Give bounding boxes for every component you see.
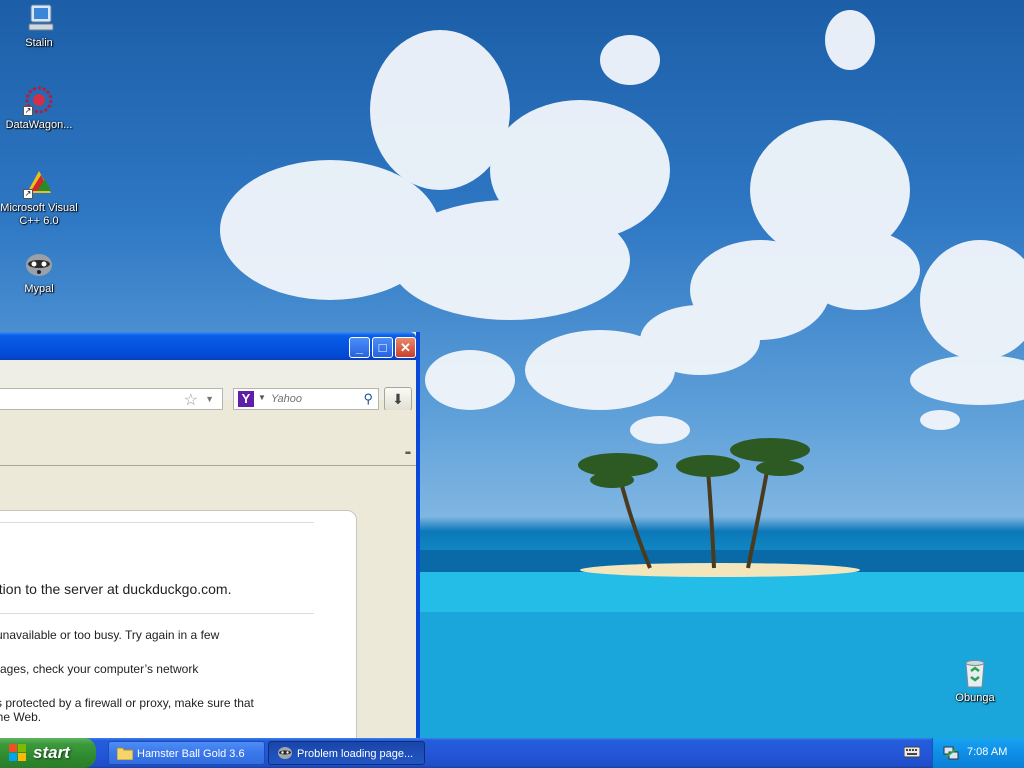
page-content: ection to the server at duckduckgo.com. … [0,466,416,760]
bookmark-star-icon[interactable]: ☆ [184,390,198,410]
resize-grip-icon[interactable]: ▪▪ [405,448,411,459]
datawagon-icon: ↗ [23,84,55,116]
search-placeholder: Yahoo [271,393,302,405]
desktop-icon-visual-cpp[interactable]: ↗ Microsoft Visual C++ 6.0 [0,167,78,228]
computer-icon [23,2,55,34]
maximize-button[interactable]: □ [372,337,393,358]
keyboard-icon[interactable] [904,745,920,759]
search-icon[interactable]: ⚲ [363,391,373,407]
download-arrow-icon: ⬇ [392,391,404,407]
error-suggestion: ly unavailable or too busy. Try again in… [0,628,220,642]
desktop-icon-obunga[interactable]: Obunga [936,657,1014,705]
mypal-icon [278,747,292,759]
error-suggestion: s the Web. [0,710,42,724]
system-tray: 7:08 AM [932,738,1024,768]
yahoo-logo-icon[interactable]: Y [238,391,254,407]
taskbar-item-browser[interactable]: Problem loading page... [268,741,425,765]
taskbar-item-hamster-ball[interactable]: Hamster Ball Gold 3.6 [108,741,265,765]
taskbar: start Hamster Ball Gold 3.6 Problem load… [0,738,1024,768]
divider [0,522,314,523]
downloads-button[interactable]: ⬇ [384,387,412,411]
desktop-icon-label: Microsoft Visual C++ 6.0 [0,202,78,227]
minimize-button[interactable]: _ [349,337,370,358]
desktop-icon-label: DataWagon... [5,119,73,131]
error-suggestion: y pages, check your computer’s network [0,662,199,676]
start-label: start [33,743,70,762]
desktop-icon-stalin[interactable]: Stalin [0,2,78,50]
error-panel: ection to the server at duckduckgo.com. … [0,510,357,760]
address-bar[interactable]: ☆ ▼ [0,388,223,410]
browser-window: _ □ ✕ ☆ ▼ Y ▼ Yahoo ⚲ ⬇ ▪▪ ection to the… [0,332,420,760]
desktop-icon-label: Obunga [955,692,995,704]
engine-dropdown-icon[interactable]: ▼ [258,393,266,402]
shortcut-arrow-icon: ↗ [23,106,33,116]
desktop-icon-label: Mypal [24,283,54,295]
desktop-icon-label: Stalin [25,37,53,49]
error-suggestion: k is protected by a firewall or proxy, m… [0,696,254,710]
search-bar[interactable]: Y ▼ Yahoo ⚲ [233,388,379,410]
desktop-icon-mypal[interactable]: Mypal [0,248,78,296]
taskbar-item-label: Problem loading page... [297,748,414,760]
taskbar-item-label: Hamster Ball Gold 3.6 [137,748,245,760]
windows-logo-icon [9,744,26,761]
visual-cpp-icon: ↗ [23,167,55,199]
desktop-icon-datawagon[interactable]: ↗ DataWagon... [0,84,78,132]
window-titlebar[interactable]: _ □ ✕ [0,332,416,360]
close-button[interactable]: ✕ [395,337,416,358]
clock[interactable]: 7:08 AM [967,746,1007,758]
history-dropdown-icon[interactable]: ▼ [205,394,214,404]
start-button[interactable]: start [0,738,96,768]
mypal-icon [23,248,55,280]
network-icon[interactable] [943,745,959,761]
error-message: ection to the server at duckduckgo.com. [0,581,232,597]
tab-strip: ▪▪ [0,410,416,466]
folder-icon [117,747,133,760]
divider [0,613,314,614]
recycle-bin-icon [959,657,991,689]
shortcut-arrow-icon: ↗ [23,189,33,199]
